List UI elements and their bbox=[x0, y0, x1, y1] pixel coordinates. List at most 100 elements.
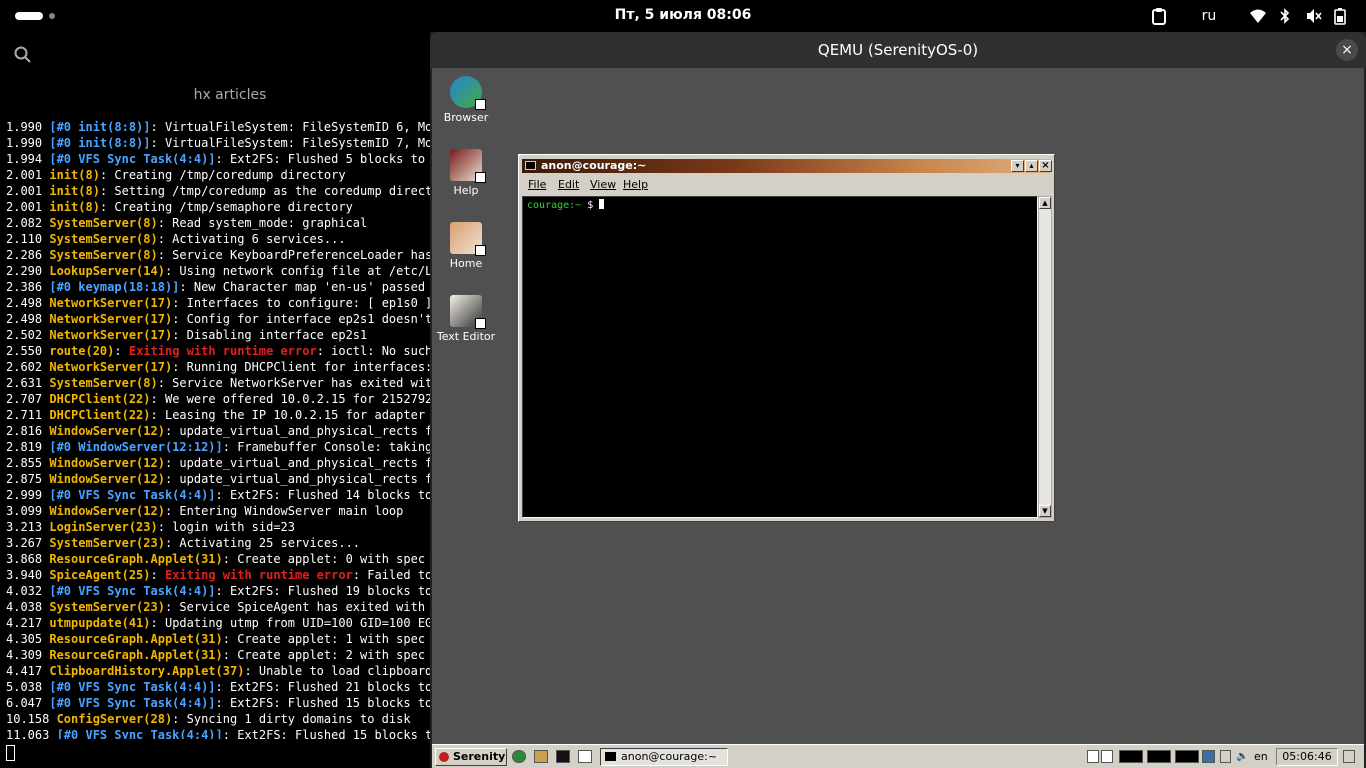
log-text: 2.498 bbox=[6, 296, 50, 310]
log-text: 2.711 bbox=[6, 408, 50, 422]
log-source: [#0 VFS Sync Task(4:4)] bbox=[49, 680, 216, 694]
log-text: 2.110 bbox=[6, 232, 50, 246]
qemu-header[interactable]: QEMU (SerenityOS-0) × bbox=[430, 32, 1366, 68]
log-text: : Service KeyboardPreferenceLoader has e bbox=[157, 248, 430, 262]
start-button[interactable]: Serenity bbox=[435, 748, 507, 766]
hx-terminal-window[interactable]: hx articles 1.990 [#0 init(8:8)]: Virtua… bbox=[0, 32, 430, 768]
log-source: WindowServer(12) bbox=[49, 472, 165, 486]
maximize-button[interactable]: ▴ bbox=[1025, 160, 1038, 172]
desktop-icon-browser[interactable]: Browser bbox=[432, 76, 500, 124]
taskbar-window-button[interactable]: anon@courage:~ bbox=[600, 748, 728, 766]
log-text: : Entering WindowServer main loop bbox=[164, 504, 404, 518]
help-icon bbox=[450, 149, 486, 183]
log-text: : Syncing 1 dirty domains to disk bbox=[172, 712, 411, 726]
bluetooth-icon[interactable] bbox=[1280, 7, 1290, 25]
vm-screen[interactable]: Browser Help Home Text Editor anon@courage:… bbox=[432, 68, 1364, 768]
log-text: : ioctl: No such p bbox=[316, 344, 430, 358]
desktop-icon-home-folder[interactable]: Home bbox=[432, 222, 500, 270]
log-line: 2.001 init(8): Setting /tmp/coredump as … bbox=[6, 183, 430, 199]
minimize-button[interactable]: ▾ bbox=[1011, 160, 1024, 172]
log-text: : Failed to o bbox=[352, 568, 430, 582]
shortcut-arrow-icon bbox=[475, 172, 486, 183]
menu-edit[interactable]: Edit bbox=[558, 178, 579, 191]
log-source: [#0 init(8:8)] bbox=[49, 136, 151, 150]
network-icon[interactable] bbox=[1202, 750, 1215, 763]
log-source: NetworkServer(17) bbox=[49, 328, 173, 342]
log-source: route(20) bbox=[49, 344, 115, 358]
log-line: 2.082 SystemServer(8): Read system_mode:… bbox=[6, 215, 430, 231]
menu-help[interactable]: Help bbox=[623, 178, 648, 191]
log-source: WindowServer(12) bbox=[49, 424, 165, 438]
desktop-icon-label: Browser bbox=[443, 111, 489, 124]
log-text: 2.819 bbox=[6, 440, 50, 454]
terminal-area[interactable]: courage:~ $ bbox=[522, 196, 1038, 518]
log-text: 4.032 bbox=[6, 584, 50, 598]
log-text: : Ext2FS: Flushed 15 blocks to d bbox=[222, 728, 430, 739]
log-source: DHCPClient(22) bbox=[49, 392, 151, 406]
terminal-quicklaunch-icon[interactable] bbox=[556, 750, 570, 763]
volume-muted-icon[interactable] bbox=[1306, 7, 1322, 25]
log-text: : Create applet: 2 with spec 'N bbox=[222, 648, 430, 662]
log-source: ClipboardHistory.Applet(37) bbox=[49, 664, 245, 678]
desktop-icon-label: Text Editor bbox=[436, 330, 496, 343]
text-cursor bbox=[599, 199, 605, 209]
language-indicator[interactable]: ru bbox=[1200, 7, 1218, 25]
log-text: 10.158 bbox=[6, 712, 57, 726]
volume-icon[interactable]: 🔈 bbox=[1236, 750, 1248, 763]
log-text: : Unable to load clipboard h bbox=[244, 664, 430, 678]
log-source: [#0 VFS Sync Task(4:4)] bbox=[49, 696, 216, 710]
serenity-terminal-window[interactable]: anon@courage:~ ▾ ▴ × File Edit View Help… bbox=[518, 154, 1055, 522]
terminal-title-bar[interactable]: anon@courage:~ ▾ ▴ × bbox=[522, 159, 1052, 173]
log-text: : We were offered 10.0.2.15 for 21527923… bbox=[150, 392, 430, 406]
desktop-icon-text-editor[interactable]: Text Editor bbox=[432, 295, 500, 343]
log-source: SystemServer(23) bbox=[49, 600, 165, 614]
cpu-applet-icon bbox=[1101, 750, 1113, 763]
scroll-up-arrow[interactable]: ▲ bbox=[1039, 197, 1051, 209]
log-line: 5.038 [#0 VFS Sync Task(4:4)]: Ext2FS: F… bbox=[6, 679, 430, 695]
notification-icon[interactable] bbox=[1343, 750, 1355, 763]
log-line: 2.816 WindowServer(12): update_virtual_a… bbox=[6, 423, 430, 439]
log-text: 2.001 bbox=[6, 168, 50, 182]
log-line: 2.550 route(20): Exiting with runtime er… bbox=[6, 343, 430, 359]
shortcut-arrow-icon bbox=[475, 318, 486, 329]
log-text: : Config for interface ep2s1 doesn't e bbox=[172, 312, 430, 326]
log-text: : Create applet: 0 with spec 'C bbox=[222, 552, 430, 566]
menu-file[interactable]: File bbox=[528, 178, 546, 191]
file-manager-quicklaunch-icon[interactable] bbox=[534, 750, 548, 763]
menu-view[interactable]: View bbox=[590, 178, 616, 191]
scroll-down-arrow[interactable]: ▼ bbox=[1039, 505, 1051, 517]
battery-icon[interactable] bbox=[1334, 7, 1346, 25]
keymap-indicator[interactable]: en bbox=[1254, 750, 1268, 763]
log-line: 4.309 ResourceGraph.Applet(31): Create a… bbox=[6, 647, 430, 663]
log-text: 2.999 bbox=[6, 488, 50, 502]
log-text: : login with sid=23 bbox=[157, 520, 296, 534]
log-text: 2.498 bbox=[6, 312, 50, 326]
vertical-scrollbar[interactable]: ▲ ▼ bbox=[1038, 196, 1052, 518]
desktop-icon-help[interactable]: Help bbox=[432, 149, 500, 197]
log-line: 2.707 DHCPClient(22): We were offered 10… bbox=[6, 391, 430, 407]
wifi-icon[interactable] bbox=[1249, 7, 1267, 25]
network-graph-applet bbox=[1175, 750, 1199, 763]
log-line: 3.267 SystemServer(23): Activating 25 se… bbox=[6, 535, 430, 551]
close-button[interactable]: × bbox=[1336, 39, 1358, 61]
clipboard-icon[interactable] bbox=[1152, 7, 1166, 25]
log-text: 2.001 bbox=[6, 184, 50, 198]
log-line: 2.875 WindowServer(12): update_virtual_a… bbox=[6, 471, 430, 487]
log-source: init(8) bbox=[49, 168, 100, 182]
log-source: NetworkServer(17) bbox=[49, 296, 173, 310]
log-line: 2.110 SystemServer(8): Activating 6 serv… bbox=[6, 231, 430, 247]
log-text: : Disabling interface ep2s1 bbox=[172, 328, 368, 342]
browser-quicklaunch-icon[interactable] bbox=[512, 750, 526, 763]
shell-prompt: courage:~ $ bbox=[527, 199, 605, 211]
log-text: 1.990 bbox=[6, 120, 50, 134]
log-line: 3.868 ResourceGraph.Applet(31): Create a… bbox=[6, 551, 430, 567]
log-source: SystemServer(8) bbox=[49, 248, 158, 262]
close-button[interactable]: × bbox=[1039, 160, 1052, 172]
log-text: 1.994 bbox=[6, 152, 50, 166]
search-icon[interactable] bbox=[14, 46, 32, 64]
log-line: 11.063 [#0 VFS Sync Task(4:4)]: Ext2FS: … bbox=[6, 727, 430, 739]
taskbar-clock[interactable]: 05:06:46 bbox=[1276, 748, 1338, 766]
clipboard-icon[interactable] bbox=[1220, 750, 1231, 763]
text-editor-quicklaunch-icon[interactable] bbox=[578, 750, 592, 763]
qemu-window[interactable]: QEMU (SerenityOS-0) × Browser Help Home Tex… bbox=[430, 32, 1366, 768]
